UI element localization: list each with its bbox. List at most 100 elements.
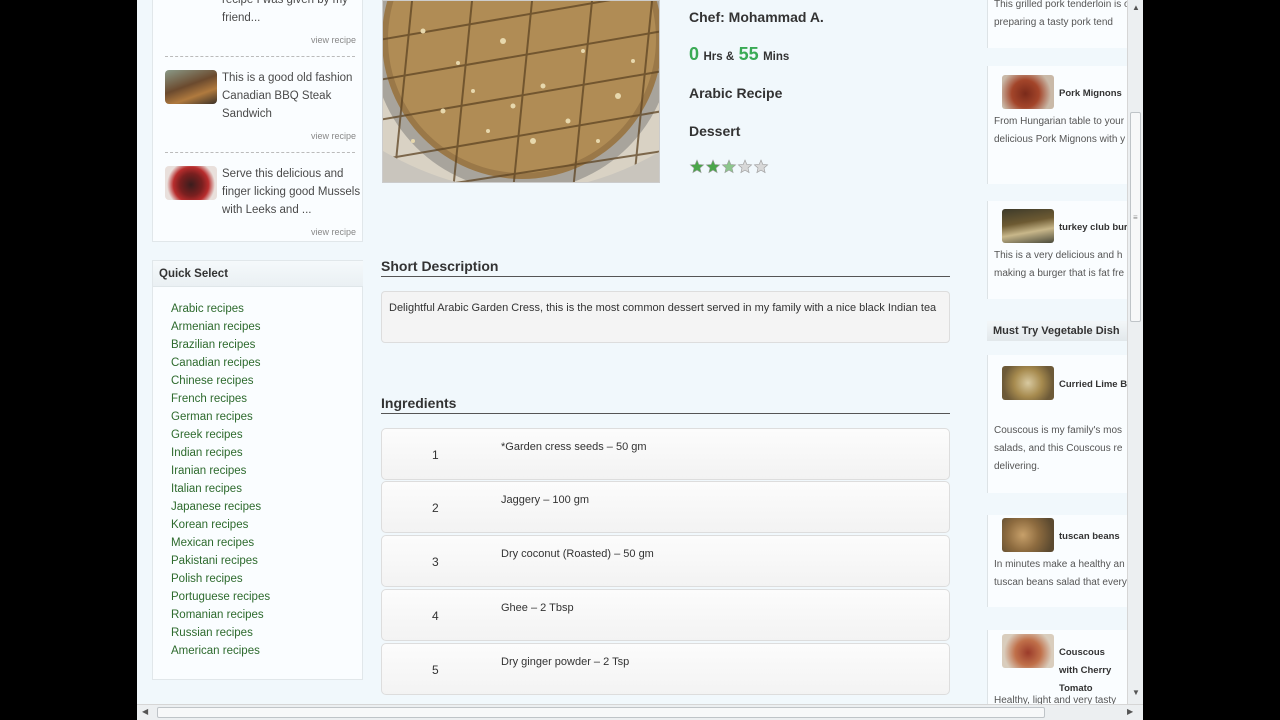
quick-select-link[interactable]: Indian recipes <box>171 447 270 465</box>
chef-name: Chef: Mohammad A. <box>689 9 824 25</box>
quick-select-link[interactable]: Brazilian recipes <box>171 339 270 357</box>
divider <box>165 152 355 153</box>
ingredient-row: 2 Jaggery – 100 gm <box>381 481 950 533</box>
view-recipe-link[interactable]: view recipe <box>311 227 356 237</box>
vertical-scroll-thumb[interactable]: ≡ <box>1130 112 1141 322</box>
quick-select-link[interactable]: French recipes <box>171 393 270 411</box>
vertical-scrollbar[interactable]: ▲ ≡ ▼ <box>1127 0 1143 704</box>
ingredient-row: 5 Dry ginger powder – 2 Tsp <box>381 643 950 695</box>
ingredient-text: Ghee – 2 Tbsp <box>501 602 574 614</box>
horizontal-scroll-thumb[interactable] <box>157 707 1045 718</box>
ingredient-text: Dry ginger powder – 2 Tsp <box>501 656 630 668</box>
short-description-heading: Short Description <box>381 258 950 277</box>
quick-select-link[interactable]: Romanian recipes <box>171 609 270 627</box>
quick-select-link[interactable]: American recipes <box>171 645 270 663</box>
quick-select-title: Quick Select <box>153 261 363 287</box>
quick-select-box: Quick Select Arabic recipes Armenian rec… <box>152 260 363 680</box>
rating-star-icon[interactable] <box>721 159 737 174</box>
side-recipe-text: In minutes make a healthy an tuscan bean… <box>994 559 1127 588</box>
quick-select-link[interactable]: Japanese recipes <box>171 501 270 519</box>
side-recipe-text[interactable]: This grilled pork tenderloin is of prepa… <box>994 0 1127 32</box>
side-recipe-title[interactable]: tuscan beans <box>1059 528 1120 546</box>
tuscan-beans-thumbnail[interactable] <box>1002 518 1054 552</box>
related-recipe-text[interactable]: recipe I was given by my friend... <box>222 0 367 27</box>
side-recipe-card[interactable]: This grilled pork tenderloin is of prepa… <box>987 0 1127 48</box>
side-recipe-title[interactable]: Curried Lime Be tene <box>1059 376 1127 394</box>
side-recipe-card[interactable]: Curried Lime Be tene Couscous is my fami… <box>987 355 1127 493</box>
scroll-up-arrow-icon[interactable]: ▲ <box>1132 3 1140 12</box>
quick-select-link[interactable]: Pakistani recipes <box>171 555 270 573</box>
quick-select-link[interactable]: Greek recipes <box>171 429 270 447</box>
grip-icon: ≡ <box>1133 213 1138 222</box>
cook-time: 0 Hrs & 55 Mins <box>689 44 789 65</box>
quick-select-link[interactable]: Canadian recipes <box>171 357 270 375</box>
quick-select-link[interactable]: German recipes <box>171 411 270 429</box>
cook-minutes: 55 <box>738 44 759 64</box>
side-recipe-card[interactable]: tuscan beans In minutes make a healthy a… <box>987 515 1127 607</box>
page-viewport: recipe I was given by my friend... view … <box>137 0 1143 720</box>
ingredient-number: 5 <box>432 663 439 677</box>
quick-select-link[interactable]: Polish recipes <box>171 573 270 591</box>
couscous-thumbnail[interactable] <box>1002 634 1054 668</box>
rating-star-icon[interactable] <box>689 159 705 174</box>
scroll-left-arrow-icon[interactable]: ◀ <box>142 707 148 716</box>
divider <box>165 56 355 57</box>
scroll-down-arrow-icon[interactable]: ▼ <box>1132 688 1140 697</box>
ingredient-number: 2 <box>432 501 439 515</box>
side-recipe-text: From Hungarian table to your delicious P… <box>994 116 1127 145</box>
turkey-club-burger-thumbnail[interactable] <box>1002 209 1054 243</box>
rating-star-icon[interactable] <box>705 159 721 174</box>
side-recipe-card[interactable]: Pork Mignons From Hungarian table to you… <box>987 66 1127 184</box>
quick-select-link[interactable]: Italian recipes <box>171 483 270 501</box>
ingredient-number: 1 <box>432 448 439 462</box>
view-recipe-link[interactable]: view recipe <box>311 35 356 45</box>
related-recipes-box: recipe I was given by my friend... view … <box>152 0 363 242</box>
side-recipe-card[interactable]: turkey club burg This is a very deliciou… <box>987 201 1127 299</box>
quick-select-link[interactable]: Portuguese recipes <box>171 591 270 609</box>
curried-lime-thumbnail[interactable] <box>1002 366 1054 400</box>
short-description-text: Delightful Arabic Garden Cress, this is … <box>381 291 950 343</box>
ingredient-text: Jaggery – 100 gm <box>501 494 590 506</box>
rating-star-icon[interactable] <box>737 159 753 174</box>
quick-select-list: Arabic recipes Armenian recipes Brazilia… <box>171 303 270 663</box>
ingredients-heading: Ingredients <box>381 395 950 414</box>
mussels-thumbnail[interactable] <box>165 166 217 200</box>
recipe-category: Dessert <box>689 123 741 139</box>
ingredient-text: *Garden cress seeds – 50 gm <box>501 441 647 453</box>
related-recipe-text[interactable]: This is a good old fashion Canadian BBQ … <box>222 69 367 123</box>
side-recipe-card[interactable]: Couscous with Cherry Tomato Healthy, lig… <box>987 630 1127 710</box>
view-recipe-link[interactable]: view recipe <box>311 131 356 141</box>
quick-select-link[interactable]: Russian recipes <box>171 627 270 645</box>
rating-stars-icon[interactable] <box>689 158 775 176</box>
ingredient-number: 4 <box>432 609 439 623</box>
quick-select-link[interactable]: Arabic recipes <box>171 303 270 321</box>
scroll-right-arrow-icon[interactable]: ▶ <box>1127 707 1133 716</box>
garden-cress-dessert-image <box>383 1 659 182</box>
vegetable-dishes-heading: Must Try Vegetable Dish <box>987 321 1127 341</box>
side-recipe-title[interactable]: Couscous with Cherry Tomato <box>1059 644 1125 698</box>
quick-select-link[interactable]: Korean recipes <box>171 519 270 537</box>
rating-star-icon[interactable] <box>753 159 769 174</box>
ingredient-row: 4 Ghee – 2 Tbsp <box>381 589 950 641</box>
ingredient-row: 1 *Garden cress seeds – 50 gm <box>381 428 950 480</box>
quick-select-link[interactable]: Mexican recipes <box>171 537 270 555</box>
ingredient-number: 3 <box>432 555 439 569</box>
star-rating[interactable] <box>689 158 775 176</box>
side-recipe-title[interactable]: Pork Mignons <box>1059 85 1122 103</box>
dish-photo <box>382 0 660 183</box>
quick-select-link[interactable]: Armenian recipes <box>171 321 270 339</box>
side-recipe-title[interactable]: turkey club burg <box>1059 219 1127 237</box>
quick-select-link[interactable]: Chinese recipes <box>171 375 270 393</box>
side-recipe-text: This is a very delicious and h making a … <box>994 250 1125 279</box>
related-recipe-text[interactable]: Serve this delicious and finger licking … <box>222 165 367 219</box>
cook-hours: 0 <box>689 44 700 64</box>
side-recipe-text: Couscous is my family's mos salads, and … <box>994 425 1123 472</box>
recipe-cuisine: Arabic Recipe <box>689 85 783 101</box>
steak-sandwich-thumbnail[interactable] <box>165 70 217 104</box>
minutes-label: Mins <box>763 51 790 63</box>
ingredient-row: 3 Dry coconut (Roasted) – 50 gm <box>381 535 950 587</box>
hours-label: Hrs & <box>703 51 735 63</box>
pork-mignons-thumbnail[interactable] <box>1002 75 1054 109</box>
horizontal-scrollbar[interactable]: ◀ ▶ <box>137 704 1143 720</box>
quick-select-link[interactable]: Iranian recipes <box>171 465 270 483</box>
